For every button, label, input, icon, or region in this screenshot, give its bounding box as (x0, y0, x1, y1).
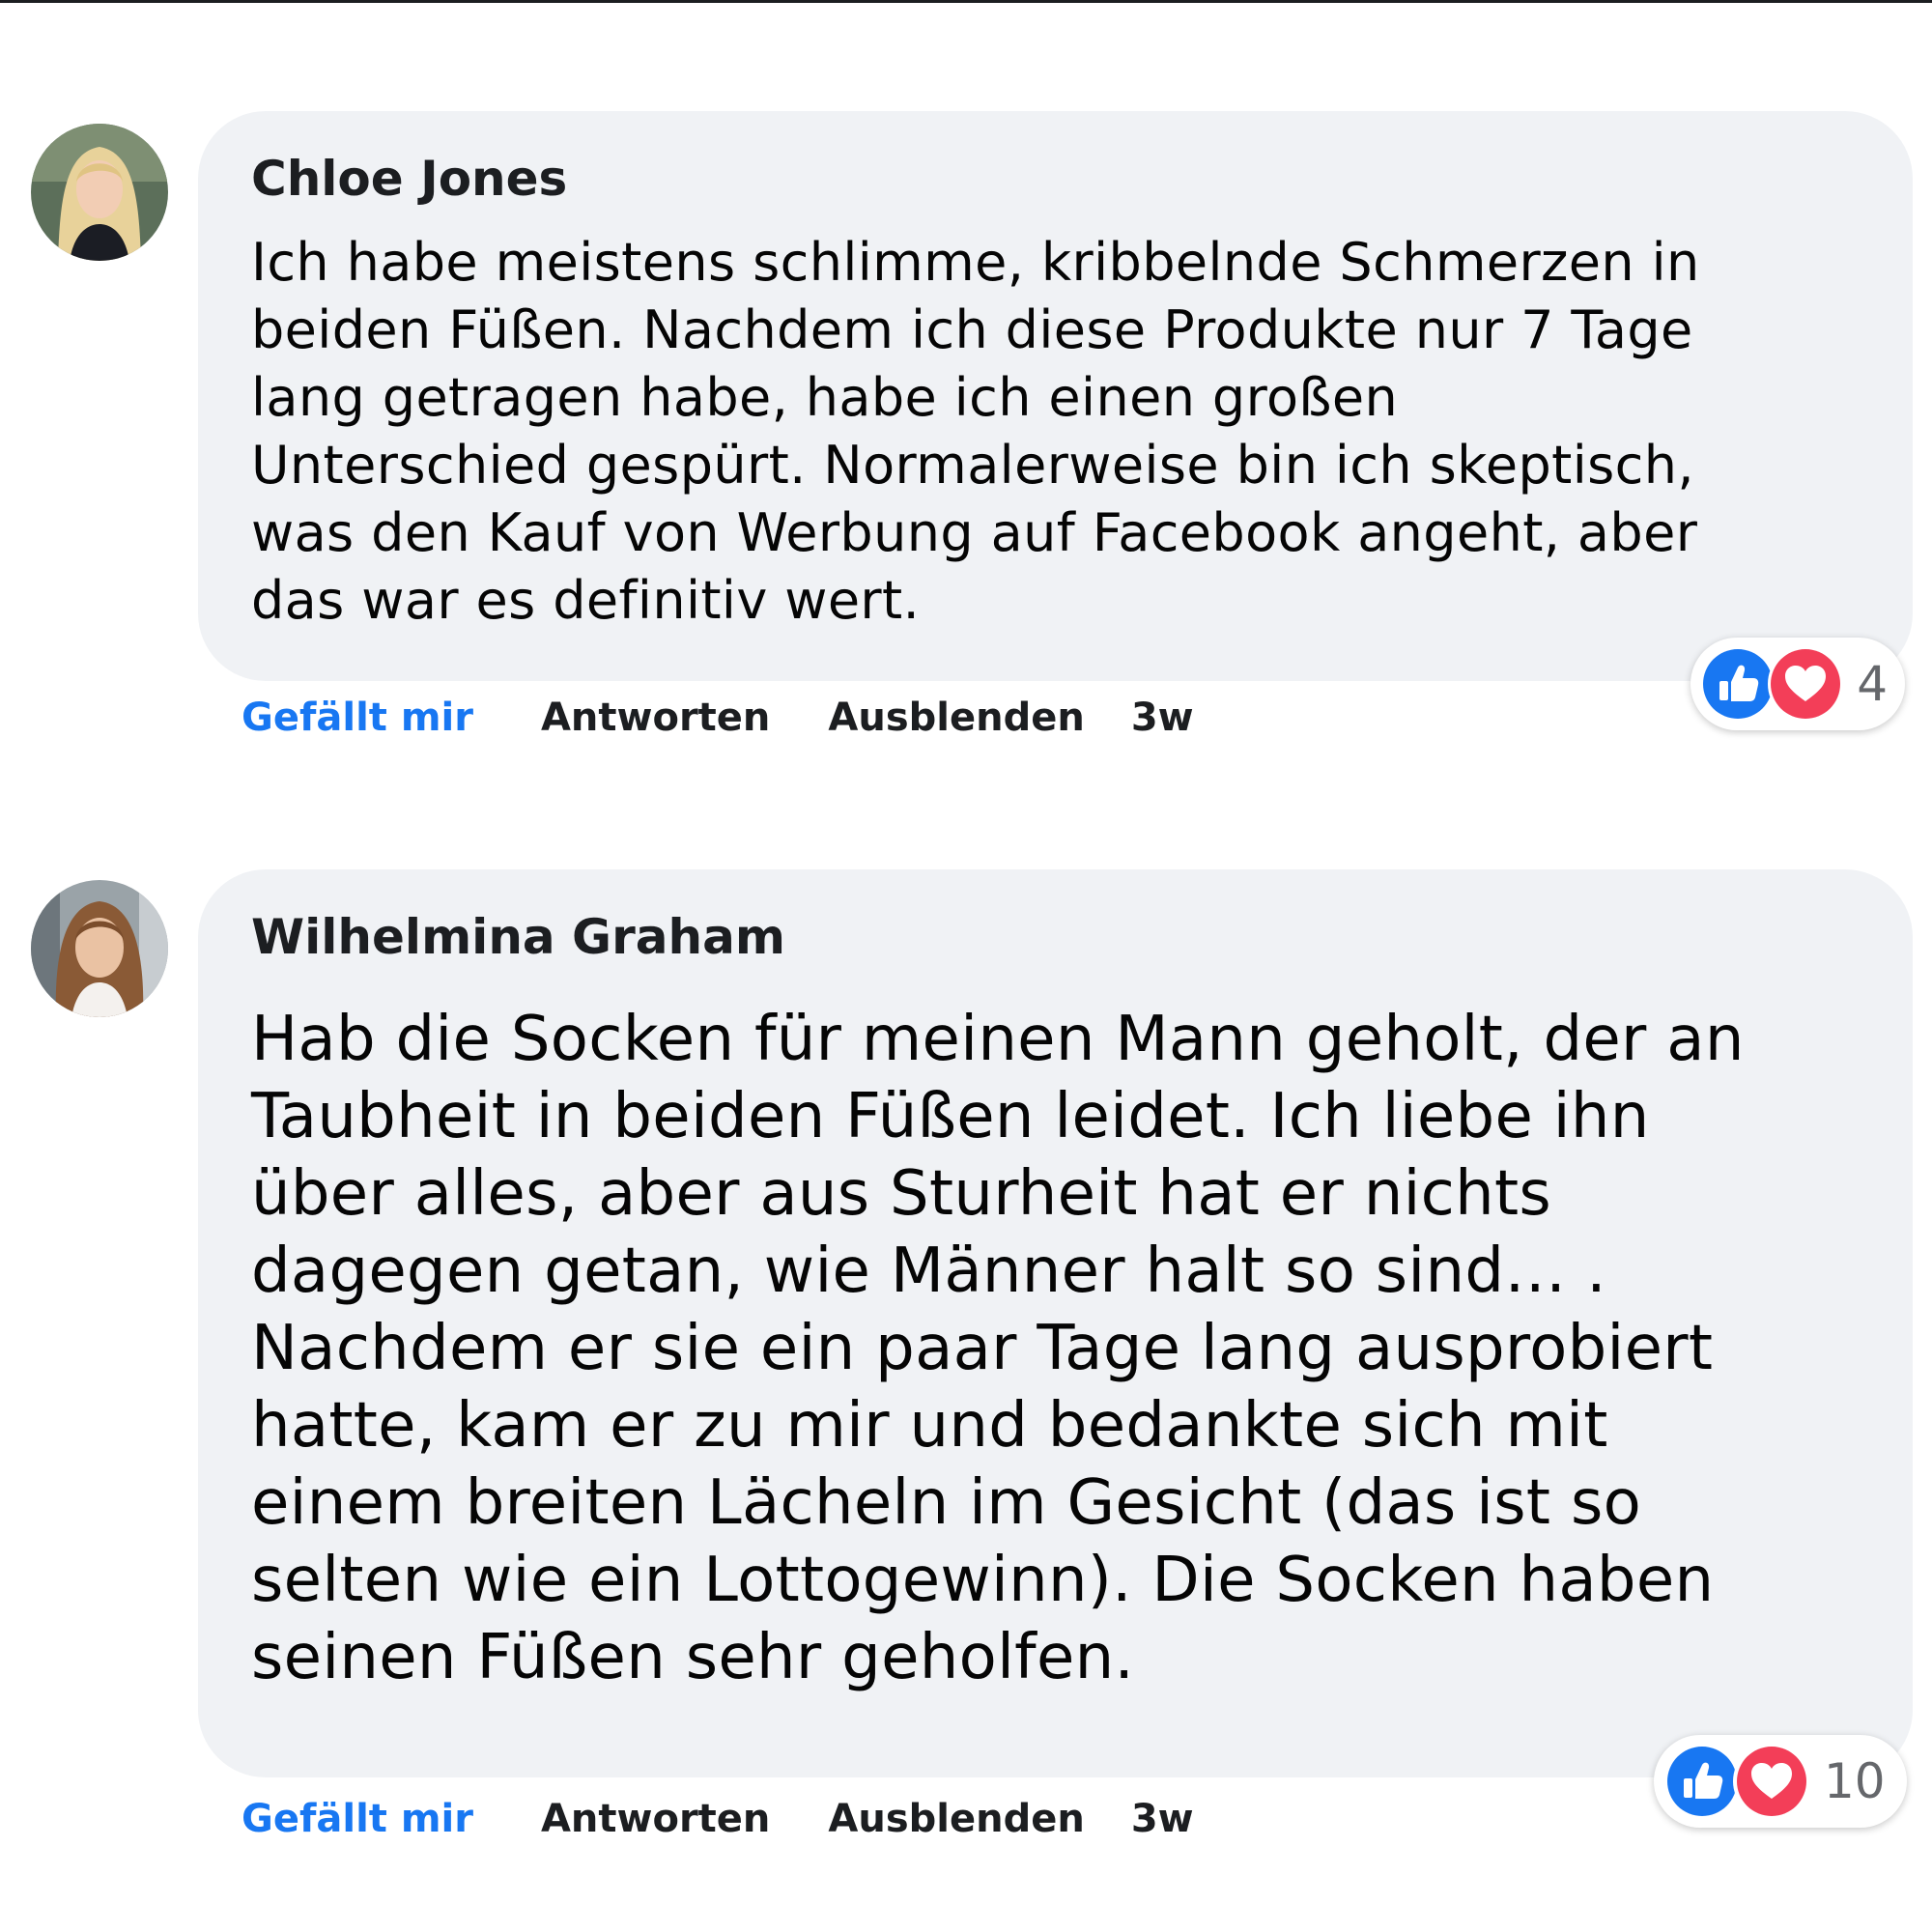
like-button[interactable]: Gefällt mir (242, 696, 473, 740)
avatar[interactable] (31, 880, 168, 1017)
avatar-photo (31, 880, 168, 1017)
love-icon (1768, 645, 1844, 723)
comment-author[interactable]: Wilhelmina Graham (251, 908, 1874, 966)
like-icon (1663, 1743, 1741, 1820)
comment-timestamp[interactable]: 3w (1131, 1797, 1194, 1841)
comment-timestamp[interactable]: 3w (1131, 696, 1194, 740)
comment-text: Ich habe meistens schlimme, kribbelnde S… (251, 232, 1700, 631)
reaction-count: 10 (1824, 1753, 1886, 1809)
comment-author[interactable]: Chloe Jones (251, 150, 1874, 208)
like-button[interactable]: Gefällt mir (242, 1797, 473, 1841)
comment-bubble: Wilhelmina Graham Hab die Socken für mei… (198, 869, 1913, 1777)
top-divider (0, 0, 1932, 3)
avatar[interactable] (31, 124, 168, 261)
like-icon (1700, 645, 1776, 723)
reactions-summary[interactable]: 4 (1690, 638, 1905, 730)
comment-text: Hab die Socken für meinen Mann geholt, d… (251, 1004, 1745, 1693)
reply-button[interactable]: Antworten (541, 696, 770, 740)
hide-button[interactable]: Ausblenden (828, 1797, 1084, 1841)
comment-actions: Gefällt mir Antworten Ausblenden 3w (242, 1790, 1194, 1848)
avatar-photo (31, 124, 168, 261)
love-icon (1733, 1743, 1810, 1820)
reply-button[interactable]: Antworten (541, 1797, 770, 1841)
reaction-count: 4 (1857, 656, 1888, 712)
hide-button[interactable]: Ausblenden (828, 696, 1084, 740)
reactions-summary[interactable]: 10 (1654, 1735, 1907, 1828)
comment-actions: Gefällt mir Antworten Ausblenden 3w (242, 689, 1194, 747)
comment-bubble: Chloe Jones Ich habe meistens schlimme, … (198, 111, 1913, 681)
